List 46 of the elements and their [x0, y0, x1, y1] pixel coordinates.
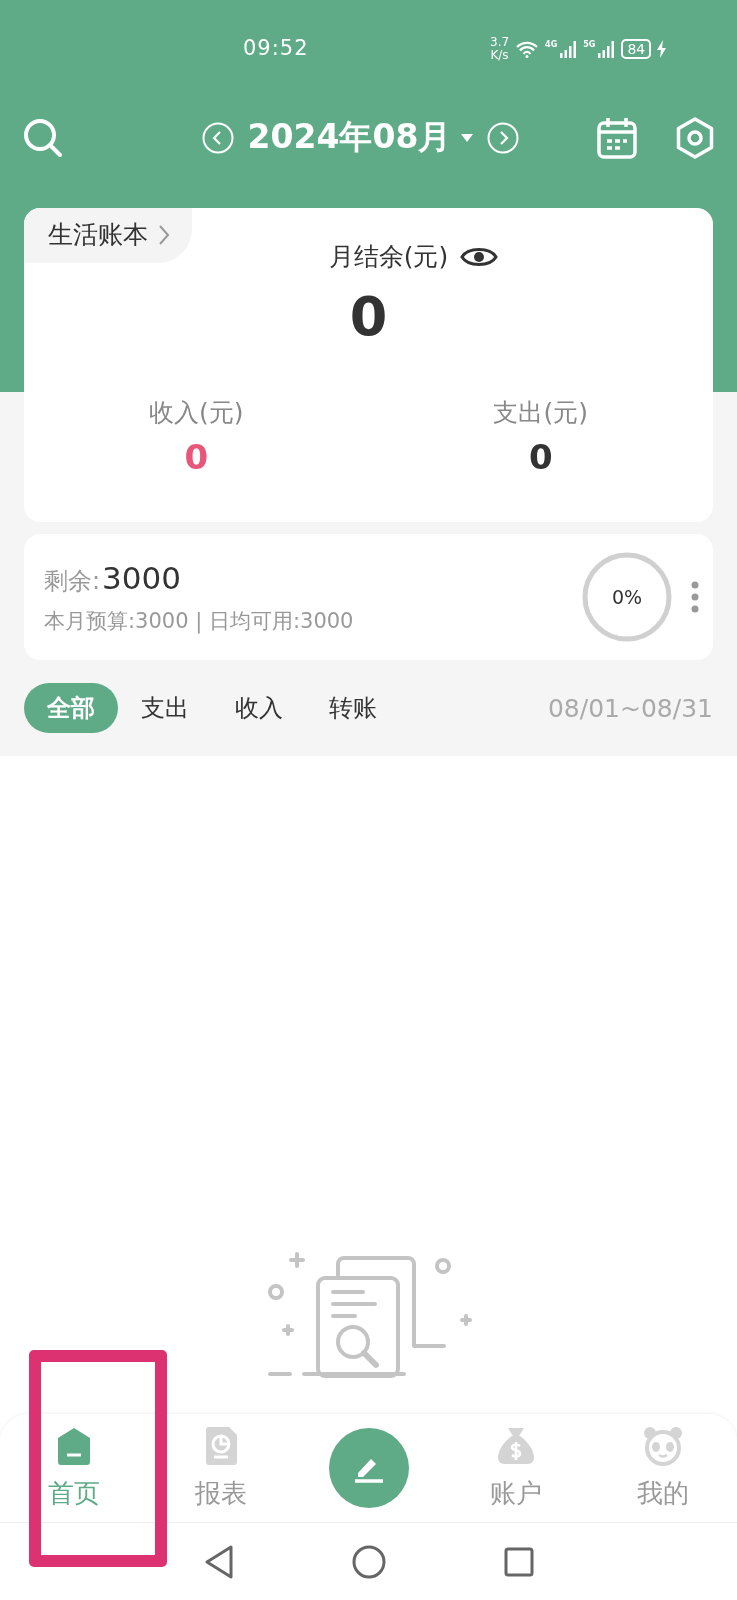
recent-apps-icon[interactable] [503, 1546, 534, 1577]
clock-time: 09:52 [243, 36, 309, 60]
expense-value: 0 [528, 437, 553, 477]
balance-label: 月结余(元) [328, 241, 449, 273]
filter-tab[interactable]: 全部 [24, 683, 118, 733]
filter-tab[interactable]: 支出 [118, 683, 212, 733]
wifi-icon [515, 40, 540, 58]
previous-icon[interactable] [201, 121, 234, 154]
income-label: 收入(元) [149, 397, 244, 429]
nav-label: 账户 [489, 1476, 542, 1510]
network-type: 4G [545, 40, 558, 49]
income-value: 0 [184, 437, 209, 477]
next-icon[interactable] [487, 121, 520, 154]
caret-icon [461, 133, 474, 142]
budget-detail: 本月预算:3000 | 日均可用:3000 [44, 607, 355, 635]
expense-label: 支出(元) [493, 397, 588, 429]
date-range[interactable]: 08/01~08/31 [547, 693, 713, 723]
signal-icon [559, 40, 578, 58]
home-button-icon[interactable] [351, 1544, 386, 1579]
chevron-icon [158, 223, 170, 246]
filter-tab[interactable]: 转账 [306, 683, 400, 733]
month-selector[interactable]: 2024年08月 [247, 115, 474, 160]
network-type: 5G [583, 40, 596, 49]
nav-tab[interactable]: 我的 [589, 1414, 737, 1522]
settings-icon[interactable] [675, 116, 715, 159]
panda-icon [643, 1425, 684, 1466]
calendar-icon[interactable] [597, 116, 637, 159]
nav-label: 报表 [195, 1476, 248, 1510]
nav-label: 我的 [637, 1476, 690, 1510]
battery-level: 84 [621, 39, 652, 59]
account-book-selector[interactable]: 生活账本 [24, 208, 192, 263]
back-icon[interactable] [203, 1544, 234, 1579]
balance-value: 0 [349, 285, 388, 348]
signal-icon [597, 40, 616, 58]
remaining-value: 3000 [102, 559, 181, 596]
nav-label: 首页 [47, 1476, 100, 1510]
nav-tab[interactable]: 首页 [0, 1414, 148, 1522]
nav-tab[interactable]: 报表 [147, 1414, 295, 1522]
money-bag-icon [495, 1425, 536, 1466]
network-speed: 3.7 K/s [490, 36, 510, 62]
filter-tab[interactable]: 收入 [212, 683, 306, 733]
search-icon[interactable] [22, 116, 64, 159]
nav-tab[interactable]: 账户 [442, 1414, 590, 1522]
budget-percent: 0% [611, 586, 643, 608]
remaining-label: 剩余: [44, 565, 101, 597]
more-icon[interactable] [691, 581, 699, 613]
